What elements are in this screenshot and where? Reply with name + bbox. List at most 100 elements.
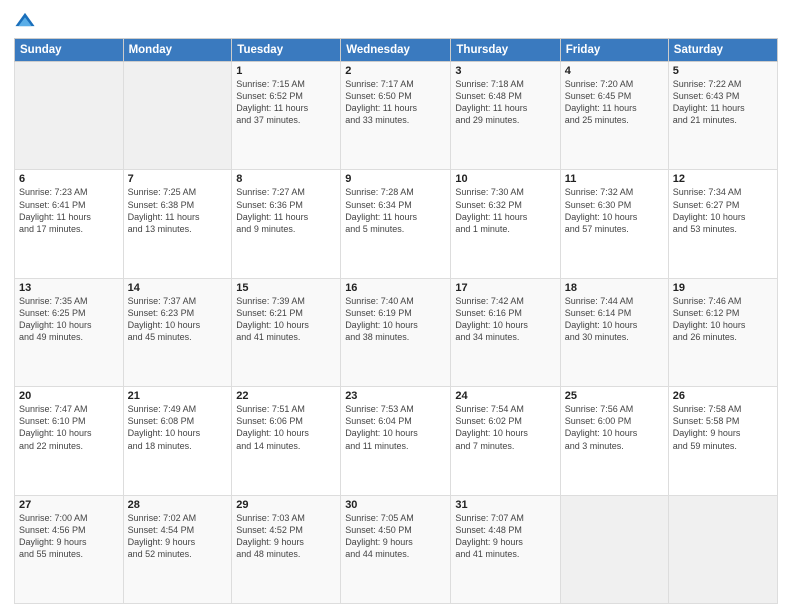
day-number: 30 [345,499,446,511]
calendar-cell [15,62,124,170]
calendar-cell: 11Sunrise: 7:32 AM Sunset: 6:30 PM Dayli… [560,170,668,278]
day-header-monday: Monday [123,39,232,62]
day-number: 15 [236,282,336,294]
calendar-cell: 22Sunrise: 7:51 AM Sunset: 6:06 PM Dayli… [232,387,341,495]
day-number: 26 [673,390,773,402]
calendar-cell: 6Sunrise: 7:23 AM Sunset: 6:41 PM Daylig… [15,170,124,278]
calendar-cell: 13Sunrise: 7:35 AM Sunset: 6:25 PM Dayli… [15,278,124,386]
day-number: 9 [345,173,446,185]
cell-content: Sunrise: 7:22 AM Sunset: 6:43 PM Dayligh… [673,78,773,127]
cell-content: Sunrise: 7:49 AM Sunset: 6:08 PM Dayligh… [128,403,228,452]
day-number: 6 [19,173,119,185]
calendar-cell: 19Sunrise: 7:46 AM Sunset: 6:12 PM Dayli… [668,278,777,386]
cell-content: Sunrise: 7:56 AM Sunset: 6:00 PM Dayligh… [565,403,664,452]
cell-content: Sunrise: 7:58 AM Sunset: 5:58 PM Dayligh… [673,403,773,452]
calendar-cell: 21Sunrise: 7:49 AM Sunset: 6:08 PM Dayli… [123,387,232,495]
page: SundayMondayTuesdayWednesdayThursdayFrid… [0,0,792,612]
logo [14,10,38,32]
cell-content: Sunrise: 7:40 AM Sunset: 6:19 PM Dayligh… [345,295,446,344]
calendar-cell: 5Sunrise: 7:22 AM Sunset: 6:43 PM Daylig… [668,62,777,170]
day-number: 1 [236,65,336,77]
week-row-2: 6Sunrise: 7:23 AM Sunset: 6:41 PM Daylig… [15,170,778,278]
calendar-cell: 3Sunrise: 7:18 AM Sunset: 6:48 PM Daylig… [451,62,560,170]
day-header-tuesday: Tuesday [232,39,341,62]
day-number: 18 [565,282,664,294]
calendar-cell: 1Sunrise: 7:15 AM Sunset: 6:52 PM Daylig… [232,62,341,170]
calendar-cell: 26Sunrise: 7:58 AM Sunset: 5:58 PM Dayli… [668,387,777,495]
calendar-cell: 20Sunrise: 7:47 AM Sunset: 6:10 PM Dayli… [15,387,124,495]
cell-content: Sunrise: 7:05 AM Sunset: 4:50 PM Dayligh… [345,512,446,561]
header [14,10,778,32]
calendar-cell: 8Sunrise: 7:27 AM Sunset: 6:36 PM Daylig… [232,170,341,278]
cell-content: Sunrise: 7:20 AM Sunset: 6:45 PM Dayligh… [565,78,664,127]
calendar-cell: 4Sunrise: 7:20 AM Sunset: 6:45 PM Daylig… [560,62,668,170]
calendar-cell: 18Sunrise: 7:44 AM Sunset: 6:14 PM Dayli… [560,278,668,386]
day-header-thursday: Thursday [451,39,560,62]
day-number: 13 [19,282,119,294]
cell-content: Sunrise: 7:54 AM Sunset: 6:02 PM Dayligh… [455,403,555,452]
day-number: 25 [565,390,664,402]
cell-content: Sunrise: 7:53 AM Sunset: 6:04 PM Dayligh… [345,403,446,452]
cell-content: Sunrise: 7:15 AM Sunset: 6:52 PM Dayligh… [236,78,336,127]
cell-content: Sunrise: 7:30 AM Sunset: 6:32 PM Dayligh… [455,186,555,235]
week-row-1: 1Sunrise: 7:15 AM Sunset: 6:52 PM Daylig… [15,62,778,170]
header-row: SundayMondayTuesdayWednesdayThursdayFrid… [15,39,778,62]
cell-content: Sunrise: 7:23 AM Sunset: 6:41 PM Dayligh… [19,186,119,235]
week-row-4: 20Sunrise: 7:47 AM Sunset: 6:10 PM Dayli… [15,387,778,495]
day-number: 11 [565,173,664,185]
cell-content: Sunrise: 7:17 AM Sunset: 6:50 PM Dayligh… [345,78,446,127]
cell-content: Sunrise: 7:25 AM Sunset: 6:38 PM Dayligh… [128,186,228,235]
cell-content: Sunrise: 7:02 AM Sunset: 4:54 PM Dayligh… [128,512,228,561]
day-header-sunday: Sunday [15,39,124,62]
day-number: 22 [236,390,336,402]
calendar-cell: 16Sunrise: 7:40 AM Sunset: 6:19 PM Dayli… [341,278,451,386]
day-number: 3 [455,65,555,77]
calendar-cell: 10Sunrise: 7:30 AM Sunset: 6:32 PM Dayli… [451,170,560,278]
day-number: 8 [236,173,336,185]
cell-content: Sunrise: 7:32 AM Sunset: 6:30 PM Dayligh… [565,186,664,235]
cell-content: Sunrise: 7:37 AM Sunset: 6:23 PM Dayligh… [128,295,228,344]
calendar-table: SundayMondayTuesdayWednesdayThursdayFrid… [14,38,778,604]
day-header-friday: Friday [560,39,668,62]
day-number: 24 [455,390,555,402]
calendar-cell: 30Sunrise: 7:05 AM Sunset: 4:50 PM Dayli… [341,495,451,603]
calendar-cell [560,495,668,603]
calendar-cell: 14Sunrise: 7:37 AM Sunset: 6:23 PM Dayli… [123,278,232,386]
calendar-cell: 17Sunrise: 7:42 AM Sunset: 6:16 PM Dayli… [451,278,560,386]
day-number: 5 [673,65,773,77]
calendar-cell: 29Sunrise: 7:03 AM Sunset: 4:52 PM Dayli… [232,495,341,603]
day-number: 19 [673,282,773,294]
day-number: 27 [19,499,119,511]
week-row-5: 27Sunrise: 7:00 AM Sunset: 4:56 PM Dayli… [15,495,778,603]
day-number: 7 [128,173,228,185]
day-number: 14 [128,282,228,294]
cell-content: Sunrise: 7:34 AM Sunset: 6:27 PM Dayligh… [673,186,773,235]
calendar-cell: 25Sunrise: 7:56 AM Sunset: 6:00 PM Dayli… [560,387,668,495]
day-number: 29 [236,499,336,511]
cell-content: Sunrise: 7:28 AM Sunset: 6:34 PM Dayligh… [345,186,446,235]
cell-content: Sunrise: 7:51 AM Sunset: 6:06 PM Dayligh… [236,403,336,452]
cell-content: Sunrise: 7:47 AM Sunset: 6:10 PM Dayligh… [19,403,119,452]
day-number: 23 [345,390,446,402]
cell-content: Sunrise: 7:44 AM Sunset: 6:14 PM Dayligh… [565,295,664,344]
cell-content: Sunrise: 7:39 AM Sunset: 6:21 PM Dayligh… [236,295,336,344]
cell-content: Sunrise: 7:42 AM Sunset: 6:16 PM Dayligh… [455,295,555,344]
calendar-cell: 24Sunrise: 7:54 AM Sunset: 6:02 PM Dayli… [451,387,560,495]
calendar-cell: 9Sunrise: 7:28 AM Sunset: 6:34 PM Daylig… [341,170,451,278]
day-header-saturday: Saturday [668,39,777,62]
cell-content: Sunrise: 7:27 AM Sunset: 6:36 PM Dayligh… [236,186,336,235]
logo-icon [14,10,36,32]
cell-content: Sunrise: 7:07 AM Sunset: 4:48 PM Dayligh… [455,512,555,561]
cell-content: Sunrise: 7:46 AM Sunset: 6:12 PM Dayligh… [673,295,773,344]
calendar-cell: 27Sunrise: 7:00 AM Sunset: 4:56 PM Dayli… [15,495,124,603]
cell-content: Sunrise: 7:00 AM Sunset: 4:56 PM Dayligh… [19,512,119,561]
calendar-cell: 23Sunrise: 7:53 AM Sunset: 6:04 PM Dayli… [341,387,451,495]
day-number: 16 [345,282,446,294]
week-row-3: 13Sunrise: 7:35 AM Sunset: 6:25 PM Dayli… [15,278,778,386]
cell-content: Sunrise: 7:18 AM Sunset: 6:48 PM Dayligh… [455,78,555,127]
day-number: 2 [345,65,446,77]
calendar-cell: 2Sunrise: 7:17 AM Sunset: 6:50 PM Daylig… [341,62,451,170]
calendar-cell: 15Sunrise: 7:39 AM Sunset: 6:21 PM Dayli… [232,278,341,386]
day-number: 4 [565,65,664,77]
day-number: 17 [455,282,555,294]
